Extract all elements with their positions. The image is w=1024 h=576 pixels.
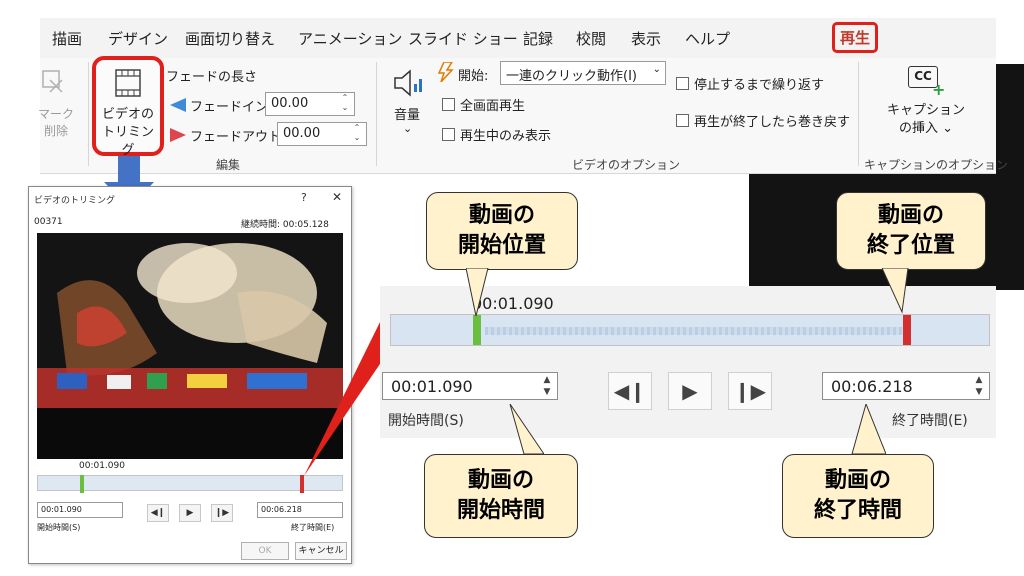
ribbon-top-strip [556,0,996,18]
fullscreen-label: 全画面再生 [460,99,526,114]
zoom-next-frame-button[interactable]: ❙▶ [728,372,772,410]
fade-in-input[interactable]: 00.00 ⌃ ⌄ [265,92,355,116]
fullscreen-checkbox[interactable] [442,98,455,111]
fade-in-label: フェードイン: [190,100,273,115]
fade-in-icon [170,98,186,112]
zoom-start-time-input[interactable]: 00:01.090 ▲ ▼ [382,372,558,400]
fade-out-icon [170,128,186,142]
ribbon-tab-bar: 描画 デザイン 画面切り替え アニメーション スライド ショー 記録 校閲 表示… [40,18,1024,290]
tab-draw[interactable]: 描画 [52,28,82,49]
fade-out-spinner[interactable]: ⌃ ⌄ [350,123,364,145]
fade-in-spinner[interactable]: ⌃ ⌄ [338,93,352,115]
tab-help[interactable]: ヘルプ [685,28,730,49]
dialog-start-time-label: 開始時間(S) [37,523,81,532]
caption-options-group-label: キャプションのオプション [864,158,1009,172]
remove-bookmark-label: マーク 削除 [37,107,74,138]
dialog-end-time-label: 終了時間(E) [291,523,335,532]
ok-button[interactable]: OK [241,542,289,560]
dialog-start-marker[interactable] [80,475,84,493]
dialog-end-time-input[interactable]: 00:06.218 [257,502,343,518]
dialog-start-time-value: 00:01.090 [41,505,82,514]
film-strip-icon [115,69,141,97]
dialog-end-time-value: 00:06.218 [261,505,302,514]
fade-length-label: フェードの長さ [166,70,258,85]
dialog-timeline-track[interactable] [37,475,343,493]
callout-start-time: 動画の 開始時間 [424,454,578,538]
next-frame-button[interactable]: ❙▶ [211,504,233,522]
hide-not-playing-checkbox[interactable] [442,128,455,141]
zoom-end-marker[interactable] [903,315,911,345]
dialog-marker-time: 00:01.090 [79,461,125,471]
trim-video-label: ビデオの トリミング [101,107,154,158]
remove-bookmark-icon [42,70,63,93]
callout-end-time: 動画の 終了時間 [782,454,934,538]
tab-animations[interactable]: アニメーション [298,28,402,49]
start-value: 一連のクリック動作(I) [506,69,637,84]
zoom-start-time-spinner[interactable]: ▲ ▼ [539,374,555,398]
zoom-end-time-label: 終了時間(E) [892,413,968,429]
zoom-end-time-value: 00:06.218 [831,377,913,396]
fade-out-value: 00.00 [283,126,321,141]
tab-design[interactable]: デザイン [108,28,168,49]
video-preview [37,233,343,459]
volume-icon[interactable] [392,68,426,98]
zoom-end-time-spinner[interactable]: ▲ ▼ [971,374,987,398]
callout-pointer-shape [509,404,544,455]
insert-caption-button[interactable]: キャプション の挿入 ⌄ [878,102,974,138]
hide-not-playing-label: 再生中のみ表示 [460,129,552,144]
tab-review[interactable]: 校閲 [576,28,606,49]
video-duration: 継続時間: 00:05.128 [241,220,329,230]
ribbon-separator [376,62,377,166]
callout-start-position: 動画の 開始位置 [426,192,578,270]
video-options-group-label: ビデオのオプション [572,158,681,172]
help-icon[interactable]: ? [301,191,307,204]
volume-label: 音量 [394,108,421,123]
tab-record[interactable]: 記録 [523,28,553,49]
callout-pointer-shape [851,404,886,455]
ribbon-separator [88,62,89,166]
play-button[interactable]: ▶ [179,504,201,522]
ribbon-panel: マーク 削除 フェードの長さ フェードイン: 00.00 ⌃ ⌄ フェードアウト:… [38,58,1008,174]
dialog-start-time-input[interactable]: 00:01.090 [37,502,123,518]
zoom-start-time-label: 開始時間(S) [388,413,464,429]
tab-view[interactable]: 表示 [631,28,661,49]
close-icon[interactable]: ✕ [332,190,342,204]
start-select[interactable]: 一連のクリック動作(I) ⌄ [500,61,666,85]
video-filename: 00371 [34,217,63,227]
fade-out-input[interactable]: 00.00 ⌃ ⌄ [277,122,367,146]
festival-float-image [37,233,343,459]
zoom-end-time-input[interactable]: 00:06.218 ▲ ▼ [822,372,990,400]
edit-group-label: 編集 [216,158,241,172]
rewind-label: 再生が終了したら巻き戻す [694,115,851,130]
tab-slideshow[interactable]: スライド ショー [408,28,518,49]
volume-dropdown-icon[interactable]: ⌄ [403,122,412,135]
tab-playback[interactable]: 再生 [832,22,879,53]
plus-icon: + [932,80,946,99]
ribbon-separator [858,62,859,166]
tab-transitions[interactable]: 画面切り替え [185,28,275,49]
zoom-pointer-shape [304,318,384,476]
start-label: 開始: [458,69,489,84]
zoom-previous-frame-button[interactable]: ◀❙ [608,372,652,410]
fade-out-label: フェードアウト: [190,130,286,145]
callout-end-position: 動画の 終了位置 [836,192,986,270]
loop-label: 停止するまで繰り返す [694,78,825,93]
trim-video-button[interactable]: ビデオの トリミング [92,56,164,158]
loop-checkbox[interactable] [676,77,689,90]
zoom-play-button[interactable]: ▶ [668,372,712,410]
callout-pointer-shape [882,268,909,314]
zoom-start-marker[interactable] [473,315,481,345]
chevron-down-icon: ⌄ [652,64,661,75]
callout-pointer-shape [466,268,489,317]
audio-waveform [485,327,911,335]
zoom-timeline-track[interactable] [390,314,990,346]
cancel-button[interactable]: キャンセル [295,542,347,560]
dialog-title: ビデオのトリミング [34,196,116,206]
zoom-start-time-value: 00:01.090 [391,377,473,396]
start-lightning-icon [437,62,454,82]
rewind-checkbox[interactable] [676,114,689,127]
previous-frame-button[interactable]: ◀❙ [147,504,169,522]
fade-in-value: 00.00 [271,96,309,111]
